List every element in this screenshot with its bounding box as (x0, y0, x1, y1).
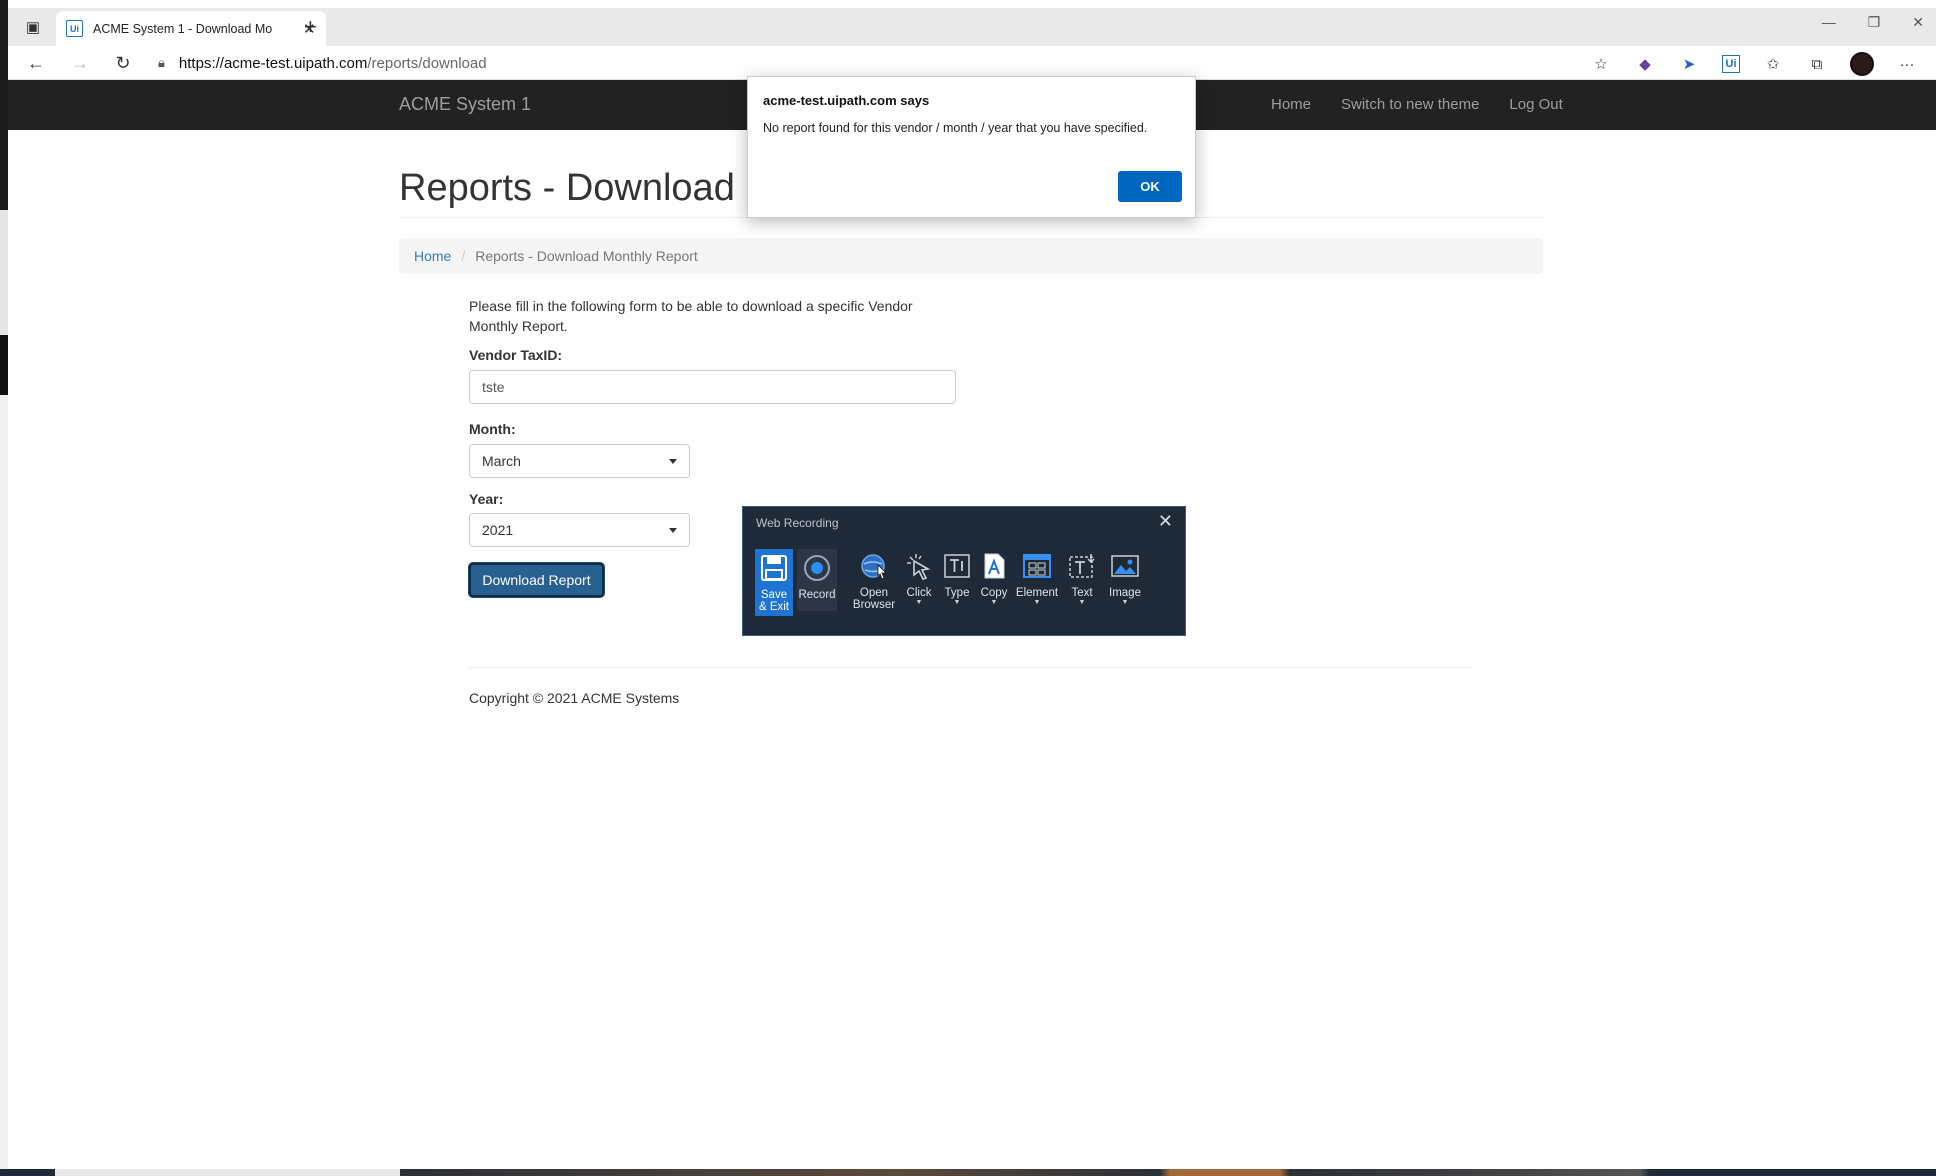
window-close-icon[interactable]: ✕ (1912, 14, 1924, 31)
form-instructions: Please fill in the following form to be … (469, 298, 913, 334)
taskbar-strip (0, 1169, 1936, 1176)
month-select[interactable]: March (469, 444, 690, 478)
record-icon (800, 551, 834, 585)
forward-icon[interactable]: → (68, 51, 92, 75)
alert-title: acme-test.uipath.com says (763, 93, 930, 108)
breadcrumb-home-link[interactable]: Home (414, 248, 451, 264)
copy-icon (977, 549, 1011, 583)
recorder-title: Web Recording (756, 516, 839, 530)
year-select-value: 2021 (482, 522, 514, 538)
lock-icon[interactable]: 🔒︎ (158, 55, 165, 71)
save-icon (757, 551, 791, 585)
image-button[interactable]: Image ▼ (1103, 549, 1147, 607)
breadcrumb: Home / Reports - Download Monthly Report (399, 238, 1543, 274)
type-icon (940, 549, 974, 583)
click-icon (902, 549, 936, 583)
copyright-text: Copyright © 2021 ACME Systems (469, 690, 680, 706)
alert-message: No report found for this vendor / month … (763, 121, 1148, 135)
caret-down-icon (669, 458, 677, 464)
desktop-edge (0, 0, 8, 1176)
more-menu-icon[interactable]: ··· (1896, 53, 1918, 75)
click-button[interactable]: Click ▼ (899, 549, 939, 607)
uipath-favicon-icon: Ui (66, 20, 83, 37)
tab-actions-icon[interactable]: ▣ (22, 16, 44, 38)
web-recording-panel: Web Recording ✕ Save & Exit Record Open … (742, 506, 1186, 636)
profile-avatar[interactable] (1850, 52, 1874, 76)
month-select-value: March (482, 453, 521, 469)
type-dropdown-icon[interactable]: ▼ (954, 599, 961, 607)
click-dropdown-icon[interactable]: ▼ (916, 599, 923, 607)
copy-dropdown-icon[interactable]: ▼ (991, 599, 998, 607)
url-path: /reports/download (367, 54, 487, 72)
power-automate-icon[interactable]: ➤ (1678, 53, 1700, 75)
record-button[interactable]: Record (797, 549, 837, 611)
browser-toolbar: ☆ ◆ ➤ Ui ✩ ⧉ ··· (1590, 52, 1918, 76)
site-brand[interactable]: ACME System 1 (399, 94, 531, 115)
save-exit-label: Save & Exit (758, 589, 790, 613)
image-icon (1108, 549, 1142, 583)
window-controls: — ❐ ✕ (1822, 14, 1924, 31)
element-dropdown-icon[interactable]: ▼ (1034, 599, 1041, 607)
alert-ok-button[interactable]: OK (1118, 171, 1182, 202)
url-host: https://acme-test.uipath.com (178, 54, 368, 72)
alert-dialog: acme-test.uipath.com says No report foun… (747, 76, 1196, 218)
year-label: Year: (469, 491, 504, 507)
copy-label: Copy (980, 587, 1008, 599)
save-exit-button[interactable]: Save & Exit (755, 549, 793, 616)
site-nav-links: Home Switch to new theme Log Out (1271, 96, 1563, 113)
nav-home-link[interactable]: Home (1271, 96, 1311, 113)
globe-icon (857, 549, 891, 583)
new-tab-icon[interactable]: + (304, 14, 317, 40)
recorder-toolbar: Save & Exit Record Open Browser Click ▼ … (755, 549, 1147, 616)
minimize-icon[interactable]: — (1822, 14, 1836, 31)
uipath-extension-icon[interactable]: Ui (1722, 55, 1740, 73)
element-label: Element (1015, 587, 1059, 599)
vendor-taxid-label: Vendor TaxID: (469, 347, 563, 363)
type-label: Type (944, 587, 970, 599)
extension-purple-icon[interactable]: ◆ (1634, 53, 1656, 75)
element-icon (1020, 549, 1054, 583)
add-favorite-icon[interactable]: ☆ (1590, 53, 1612, 75)
caret-down-icon (669, 527, 677, 533)
image-label: Image (1109, 587, 1141, 599)
record-label: Record (798, 589, 836, 601)
address-bar: ← → ↻ 🔒︎ https://acme-test.uipath.com/re… (8, 46, 1936, 80)
download-report-button[interactable]: Download Report (469, 563, 604, 597)
breadcrumb-current: Reports - Download Monthly Report (475, 248, 698, 264)
url-field[interactable]: 🔒︎ https://acme-test.uipath.com/reports/… (158, 49, 1628, 77)
copy-button[interactable]: Copy ▼ (975, 549, 1013, 607)
vendor-taxid-input[interactable]: tste (469, 370, 956, 404)
text-dropdown-icon[interactable]: ▼ (1079, 599, 1086, 607)
nav-logout-link[interactable]: Log Out (1509, 96, 1562, 113)
recorder-close-icon[interactable]: ✕ (1158, 511, 1173, 532)
tab-bar: ▣ Ui ACME System 1 - Download Mo ✕ + — ❐… (8, 8, 1936, 46)
back-icon[interactable]: ← (24, 51, 48, 75)
text-label: Text (1071, 587, 1093, 599)
screen: ▣ Ui ACME System 1 - Download Mo ✕ + — ❐… (0, 0, 1936, 1176)
page-title: Reports - Download Monthly Report (399, 167, 745, 209)
image-dropdown-icon[interactable]: ▼ (1122, 599, 1129, 607)
collections-icon[interactable]: ⧉ (1806, 53, 1828, 75)
open-browser-label: Open Browser (852, 587, 896, 611)
element-button[interactable]: Element ▼ (1013, 549, 1061, 607)
nav-switch-theme-link[interactable]: Switch to new theme (1341, 96, 1479, 113)
favorites-icon[interactable]: ✩ (1762, 53, 1784, 75)
year-select[interactable]: 2021 (469, 513, 690, 547)
text-button[interactable]: Text ▼ (1061, 549, 1103, 607)
month-label: Month: (469, 421, 516, 437)
restore-icon[interactable]: ❐ (1868, 14, 1881, 31)
click-label: Click (906, 587, 932, 599)
browser-tab[interactable]: Ui ACME System 1 - Download Mo ✕ (56, 11, 326, 46)
text-icon (1065, 549, 1099, 583)
footer-divider (469, 667, 1473, 668)
refresh-icon[interactable]: ↻ (111, 51, 135, 75)
type-button[interactable]: Type ▼ (939, 549, 975, 607)
open-browser-button[interactable]: Open Browser (849, 549, 899, 611)
breadcrumb-separator: / (461, 248, 466, 264)
tab-title: ACME System 1 - Download Mo (93, 21, 273, 36)
